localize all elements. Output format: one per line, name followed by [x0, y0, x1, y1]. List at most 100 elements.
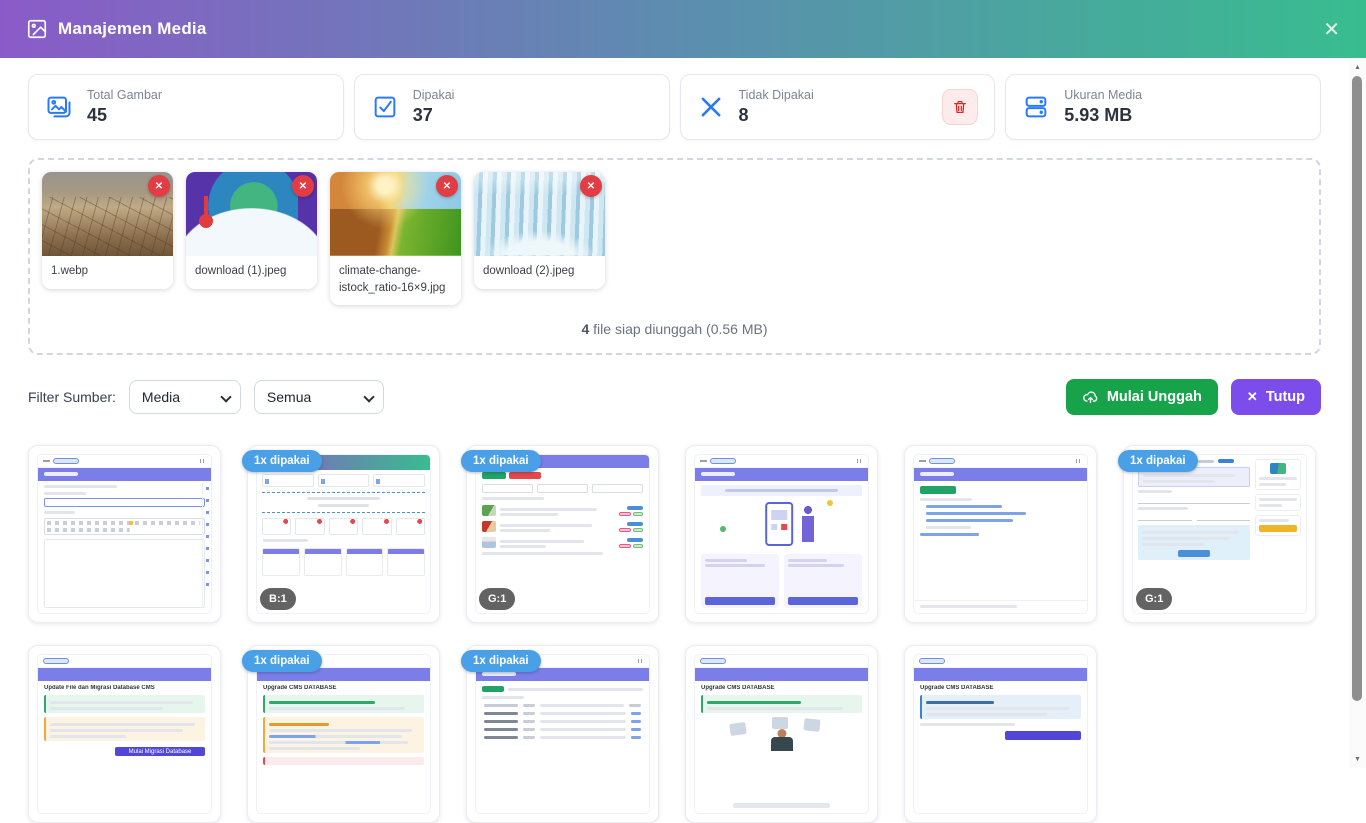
- decor: [482, 552, 603, 555]
- decor: [200, 459, 206, 463]
- upload-file-card: ✕ 1.webp: [42, 172, 173, 289]
- decor: [262, 474, 314, 487]
- x-icon: ✕: [1247, 389, 1258, 405]
- decor: [700, 460, 707, 462]
- decor: [484, 728, 641, 731]
- media-grid: 1x dipakai B:1 1x dipakai G:1: [28, 445, 1321, 823]
- x-mark-icon: [697, 93, 725, 121]
- decor: [633, 512, 643, 516]
- delete-unused-button[interactable]: [942, 89, 978, 125]
- media-grid-item[interactable]: Update File dan Migrasi Database CMS Mul…: [28, 645, 221, 823]
- decor: [482, 686, 504, 692]
- decor: [700, 658, 726, 664]
- stat-value: 8: [739, 105, 814, 126]
- status-filter-select[interactable]: Semua: [254, 380, 384, 414]
- decor: [627, 506, 643, 510]
- decor: [631, 728, 641, 731]
- decor: [44, 498, 205, 507]
- decor: [540, 704, 624, 707]
- remove-file-icon[interactable]: ✕: [148, 175, 170, 197]
- upload-file-card: ✕ download (1).jpeg: [186, 172, 317, 289]
- decor: [43, 658, 69, 664]
- decor: [44, 511, 75, 514]
- thumbnail-preview-doc-illustration: Upgrade CMS DATABASE: [694, 654, 869, 814]
- decor: [295, 518, 324, 535]
- media-grid-item[interactable]: 1x dipakai G:1: [1123, 445, 1316, 623]
- filter-row: Filter Sumber: Media Semua Mulai Unggah …: [28, 379, 1321, 415]
- decor: [484, 736, 518, 739]
- remove-file-icon[interactable]: ✕: [436, 175, 458, 197]
- stat-card-unused: Tidak Dipakai 8: [680, 74, 996, 140]
- decor: [771, 737, 793, 751]
- decor: [695, 655, 868, 668]
- image-icon: [26, 18, 48, 40]
- page-title: Manajemen Media: [58, 19, 207, 39]
- upload-dropzone[interactable]: ✕ 1.webp ✕ download (1).jpeg ✕ climate-c…: [28, 158, 1321, 355]
- decor: [609, 522, 643, 532]
- media-grid-item[interactable]: [28, 445, 221, 623]
- media-grid-item[interactable]: 1x dipakai: [466, 645, 659, 823]
- decor: [508, 688, 643, 691]
- media-grid-item[interactable]: [685, 445, 878, 623]
- close-modal-button[interactable]: ✕ Tutup: [1231, 379, 1321, 415]
- used-count-badge: 1x dipakai: [1118, 450, 1198, 472]
- decor: [926, 526, 971, 529]
- decor: [540, 736, 626, 739]
- decor: [1138, 513, 1192, 521]
- decor: [1142, 531, 1238, 534]
- modal-body: Total Gambar 45 Dipakai 37 Tidak Dipakai…: [0, 58, 1349, 768]
- decor: [919, 658, 945, 664]
- decor: [537, 484, 588, 493]
- scroll-up-icon[interactable]: ▲: [1349, 60, 1366, 74]
- decor: [695, 668, 868, 681]
- decor: [701, 500, 862, 550]
- upload-file-card: ✕ download (2).jpeg: [474, 172, 605, 289]
- source-filter-select[interactable]: Media: [129, 380, 241, 414]
- scroll-down-icon[interactable]: ▼: [1349, 752, 1366, 766]
- media-grid-item[interactable]: 1x dipakai Upgrade CMS DATABASE: [247, 645, 440, 823]
- decor: [269, 723, 329, 726]
- media-grid-item[interactable]: 1x dipakai G:1: [466, 445, 659, 623]
- start-upload-button[interactable]: Mulai Unggah: [1066, 379, 1218, 415]
- remove-file-icon[interactable]: ✕: [292, 175, 314, 197]
- decor: [540, 712, 626, 715]
- media-grid-item[interactable]: 1x dipakai B:1: [247, 445, 440, 623]
- stat-value: 37: [413, 105, 455, 126]
- decor: [523, 720, 535, 723]
- decor: [619, 544, 643, 548]
- stat-card-used: Dipakai 37: [354, 74, 670, 140]
- decor: [484, 736, 641, 739]
- scrollbar-thumb[interactable]: [1352, 76, 1362, 701]
- remove-file-icon[interactable]: ✕: [580, 175, 602, 197]
- file-name: download (1).jpeg: [186, 256, 317, 289]
- decor: [202, 483, 211, 607]
- decor: [262, 518, 425, 535]
- decor: [1142, 543, 1204, 546]
- media-grid-item[interactable]: Upgrade CMS DATABASE: [904, 645, 1097, 823]
- decor: [788, 564, 844, 567]
- media-grid-item[interactable]: Upgrade CMS DATABASE: [685, 645, 878, 823]
- decor: [1259, 504, 1282, 507]
- decor: [926, 505, 1002, 508]
- decor: [701, 554, 779, 608]
- used-count-badge: 1x dipakai: [461, 650, 541, 672]
- media-grid-item[interactable]: [904, 445, 1097, 623]
- decor: [523, 704, 535, 707]
- decor: [629, 704, 641, 707]
- reference-badge: G:1: [479, 588, 515, 610]
- decor: [1270, 463, 1286, 474]
- decor: [509, 472, 541, 479]
- decor: [765, 502, 793, 546]
- decor: [627, 538, 643, 542]
- decor: [609, 506, 643, 516]
- decor: [500, 545, 546, 548]
- decor: [701, 485, 862, 496]
- decor: [619, 512, 631, 516]
- decor: [44, 492, 86, 495]
- decor: [609, 538, 643, 548]
- decor: [619, 528, 631, 532]
- decor: [920, 498, 972, 501]
- close-icon[interactable]: ✕: [1323, 17, 1340, 42]
- decor: [540, 728, 626, 731]
- decor: [44, 539, 205, 608]
